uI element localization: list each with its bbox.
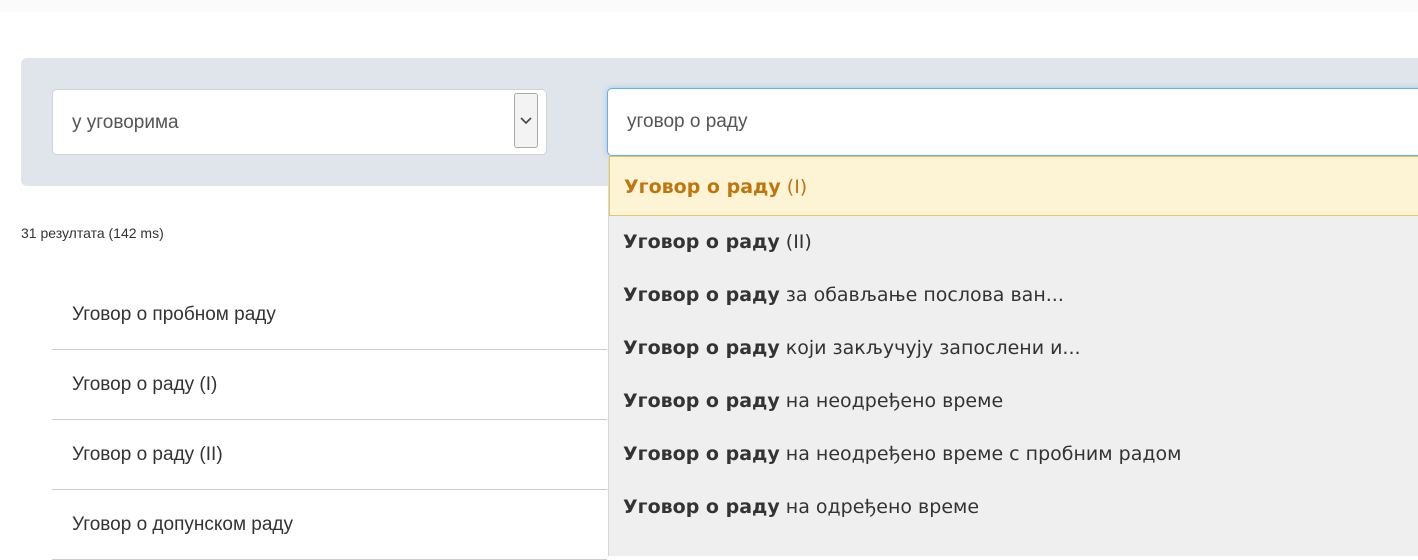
autocomplete-dropdown: Уговор о раду (I) Уговор о раду (II) Уго… (608, 156, 1418, 556)
suggestion-match: Уговор о раду (623, 337, 780, 359)
scope-select[interactable]: у уговорима (52, 89, 547, 155)
search-input[interactable] (607, 88, 1418, 156)
result-item[interactable]: Уговор о раду (I) (52, 350, 607, 420)
result-item[interactable]: Уговор о пробном раду (52, 280, 607, 350)
suggestion-item[interactable]: Уговор о раду (II) (609, 216, 1418, 269)
suggestion-item-active[interactable]: Уговор о раду (I) (609, 156, 1418, 216)
result-item[interactable]: Уговор о допунском раду (52, 490, 607, 560)
suggestion-rest: на одређено време (779, 496, 980, 518)
results-list: Уговор о пробном раду Уговор о раду (I) … (52, 280, 607, 560)
suggestion-rest: на неодређено време (779, 390, 1004, 412)
suggestion-item[interactable]: Уговор о раду на неодређено време с проб… (609, 428, 1418, 481)
suggestion-rest: на неодређено време с пробним радом (779, 443, 1182, 465)
top-strip (0, 0, 1418, 12)
suggestion-match: Уговор о раду (623, 284, 780, 306)
suggestion-rest: за обављање послова ван... (779, 284, 1064, 306)
suggestion-match: Уговор о раду (623, 231, 780, 253)
suggestion-rest: (I) (780, 176, 808, 198)
suggestion-match: Уговор о раду (623, 496, 780, 518)
suggestion-item[interactable]: Уговор о раду на неодређено време (609, 375, 1418, 428)
suggestion-match: Уговор о раду (624, 176, 781, 198)
chevron-down-icon (520, 117, 532, 125)
results-count: 31 резултата (142 ms) (21, 225, 164, 241)
suggestion-rest: који закључују запослени и... (779, 337, 1081, 359)
suggestion-match: Уговор о раду (623, 443, 780, 465)
suggestion-item[interactable]: Уговор о раду за обављање послова ван... (609, 269, 1418, 322)
suggestion-rest: (II) (779, 231, 812, 253)
suggestion-match: Уговор о раду (623, 390, 780, 412)
result-item[interactable]: Уговор о раду (II) (52, 420, 607, 490)
suggestion-item[interactable]: Уговор о раду на одређено време (609, 481, 1418, 534)
suggestion-item[interactable]: Уговор о раду који закључују запослени и… (609, 322, 1418, 375)
scope-select-value: у уговорима (72, 112, 179, 133)
select-arrow-button[interactable] (514, 93, 538, 148)
